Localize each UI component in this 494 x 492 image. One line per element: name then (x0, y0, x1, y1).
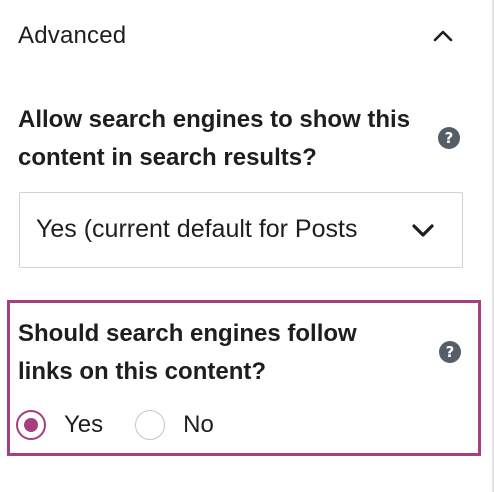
radio-no[interactable] (135, 410, 166, 440)
radio-option-no[interactable]: No (135, 410, 214, 440)
follow-links-radio-group: Yes No (16, 408, 214, 442)
follow-links-label: Should search engines follow links on th… (18, 320, 357, 385)
panel-title: Advanced (18, 22, 127, 49)
chevron-down-icon (410, 217, 436, 243)
radio-checked-dot (24, 418, 38, 432)
search-visibility-select[interactable]: Yes (current default for Posts (19, 192, 463, 268)
question-mark-circle-icon[interactable]: ? (439, 341, 461, 363)
advanced-panel-toggle[interactable]: Advanced (0, 0, 492, 72)
radio-no-label: No (183, 411, 214, 438)
radio-yes[interactable] (16, 410, 46, 440)
radio-option-yes[interactable]: Yes (16, 410, 103, 440)
radio-yes-label: Yes (64, 411, 104, 438)
search-visibility-label: Allow search engines to show this conten… (18, 106, 411, 171)
select-value: Yes (current default for Posts (36, 215, 358, 243)
chevron-up-icon[interactable] (430, 23, 456, 49)
question-mark-circle-icon[interactable]: ? (438, 127, 460, 149)
